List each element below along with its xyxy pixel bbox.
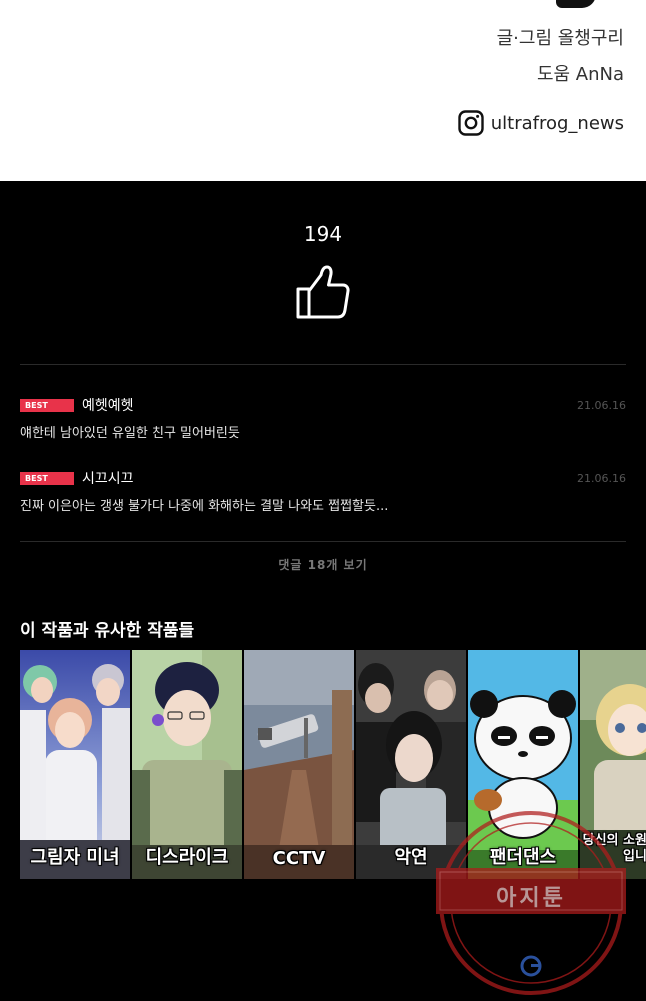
instagram-link[interactable]: ultrafrog_news (458, 110, 624, 136)
comment-item: BEST 예헷예헷 21.06.16 얘한테 남아있던 유일한 친구 밀어버린듯 (20, 396, 626, 441)
divider (20, 541, 626, 542)
similar-work-card[interactable]: 그림자 미녀 (20, 650, 130, 879)
assistant-credit: 도움 AnNa (536, 64, 624, 85)
work-title: 그림자 미녀 (30, 847, 120, 868)
comment-date: 21.06.16 (577, 398, 626, 412)
watermark-text: 아지툰 (496, 886, 566, 911)
comment-item: BEST 시끄시끄 21.06.16 진짜 이은아는 갱생 불가다 나중에 화해… (20, 469, 626, 514)
view-all-comments-button[interactable]: 댓글 18개 보기 (0, 556, 646, 573)
similar-works-heading: 이 작품과 유사한 작품들 (20, 621, 195, 641)
similar-work-card[interactable]: CCTV (244, 650, 354, 879)
instagram-handle: ultrafrog_news (490, 112, 624, 134)
comment-date: 21.06.16 (577, 471, 626, 485)
work-title: 디스라이크 (145, 847, 229, 868)
best-badge: BEST (20, 471, 74, 485)
best-badge: BEST (20, 398, 74, 412)
divider (20, 364, 626, 365)
like-count: 194 (303, 222, 343, 246)
credits-section: 글·그림 올챙구리 도움 AnNa ultrafrog_news (0, 0, 646, 181)
author-credit: 글·그림 올챙구리 (496, 28, 624, 49)
comment-text: 얘한테 남아있던 유일한 친구 밀어버린듯 (20, 426, 240, 441)
comment-text: 진짜 이은아는 갱생 불가다 나중에 화해하는 결말 나와도 쩝쩝할듯... (20, 499, 389, 514)
work-title: CCTV (272, 848, 326, 869)
cover-illustration (244, 650, 354, 879)
comment-author: 시끄시끄 (82, 471, 134, 487)
watermark-stamp: 아지툰 (436, 808, 626, 998)
instagram-icon (458, 110, 484, 136)
thumbs-up-icon[interactable] (295, 264, 351, 320)
similar-work-card[interactable]: 디스라이크 (132, 650, 242, 879)
artwork-fragment (556, 0, 596, 8)
comment-author: 예헷예헷 (82, 398, 134, 414)
